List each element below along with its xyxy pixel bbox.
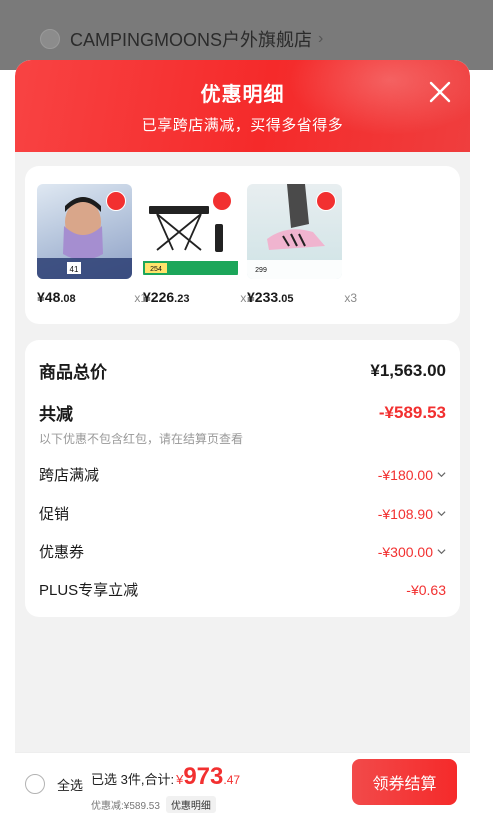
product-price: ¥48.08 [37, 289, 76, 305]
product-thumbnail: 41 [37, 184, 132, 279]
discount-value: -¥108.90 [378, 506, 446, 522]
total-reduce-label: 共减 [39, 405, 73, 424]
total-amount-dec: .47 [223, 773, 241, 787]
background-store-name: CAMPINGMOONS户外旗舰店 [70, 30, 313, 50]
discount-value: -¥180.00 [378, 467, 446, 483]
discount-label: PLUS专享立减 [39, 582, 139, 599]
discount-detail-button[interactable]: 优惠明细 [165, 796, 216, 813]
background-store-row: CAMPINGMOONS户外旗舰店 › [40, 26, 323, 52]
product-price: ¥233.05 [247, 289, 294, 305]
thumb-badge-text: 254 [150, 266, 162, 273]
total-price-row: 商品总价 ¥1,563.00 [39, 358, 446, 383]
chevron-down-icon [437, 549, 446, 555]
background-store-radio [40, 29, 60, 49]
discount-row-promotion[interactable]: 促销 -¥108.90 [39, 503, 446, 524]
sheet-subtitle: 已享跨店满减，买得多省得多 [141, 117, 344, 134]
discount-row-cross-store[interactable]: 跨店满减 -¥180.00 [39, 464, 446, 485]
checkout-bar: 全选 已选 3件,合计: ¥ 973 .47 优惠减:¥589.53 优惠明细 … [15, 752, 470, 826]
discount-detail-sheet: 优惠明细 已享跨店满减，买得多省得多 41 ¥48.08 x1 254 ¥226… [15, 60, 470, 825]
product-qty: x3 [344, 291, 357, 305]
product-price-row: ¥226.23 x1 [143, 289, 253, 305]
total-amount-int: 973 [183, 763, 224, 790]
select-all-label[interactable]: 全选 [57, 775, 83, 794]
chevron-down-icon [437, 511, 446, 517]
product-price-row: ¥48.08 x1 [37, 289, 147, 305]
thumb-badge-text: 41 [70, 265, 79, 274]
select-all-radio[interactable] [25, 774, 45, 794]
sheet-title: 优惠明细 [200, 84, 285, 106]
discount-row-plus: PLUS专享立减 -¥0.63 [39, 579, 446, 600]
product-item[interactable]: 254 ¥226.23 x1 [143, 184, 253, 305]
total-line: 已选 3件,合计: ¥ 973 .47 [91, 763, 240, 791]
discount-value: -¥300.00 [378, 544, 446, 560]
product-item[interactable]: 299 ¥233.05 x3 [247, 184, 357, 305]
product-item[interactable]: 41 ¥48.08 x1 [37, 184, 147, 305]
products-card: 41 ¥48.08 x1 254 ¥226.23 x1 299 ¥233.05 … [25, 166, 460, 324]
currency-symbol: ¥ [176, 772, 184, 787]
product-price-row: ¥233.05 x3 [247, 289, 357, 305]
close-icon[interactable] [428, 80, 452, 104]
discount-row-coupon[interactable]: 优惠券 -¥300.00 [39, 541, 446, 562]
discount-value: -¥0.63 [406, 581, 446, 598]
checkout-button[interactable]: 领券结算 [352, 759, 457, 805]
thumb-badge-text: 299 [255, 267, 267, 274]
discount-amount-text: 优惠减:¥589.53 [91, 801, 160, 812]
selected-count-text: 已选 3件,合计: [91, 772, 175, 787]
total-reduce-value: -¥589.53 [378, 402, 446, 422]
price-summary-card: 商品总价 ¥1,563.00 共减 -¥589.53 以下优惠不包含红包，请在结… [25, 340, 460, 617]
product-price: ¥226.23 [143, 289, 190, 305]
discount-line: 优惠减:¥589.53 优惠明细 [91, 796, 216, 813]
selected-check-icon [212, 191, 232, 211]
chevron-down-icon [437, 472, 446, 478]
selected-check-icon [106, 191, 126, 211]
sheet-header: 优惠明细 已享跨店满减，买得多省得多 [15, 60, 470, 152]
total-price-value: ¥1,563.00 [370, 360, 446, 380]
product-thumbnail: 299 [247, 184, 342, 279]
red-packet-note: 以下优惠不包含红包，请在结算页查看 [39, 432, 244, 446]
discount-label: 优惠券 [39, 544, 85, 561]
product-thumbnail: 254 [143, 184, 238, 279]
total-reduce-row: 共减 -¥589.53 [39, 400, 446, 425]
total-price-label: 商品总价 [39, 363, 107, 382]
chevron-right-icon: › [318, 30, 324, 47]
selected-check-icon [316, 191, 336, 211]
discount-label: 促销 [39, 506, 70, 523]
discount-label: 跨店满减 [39, 467, 100, 484]
